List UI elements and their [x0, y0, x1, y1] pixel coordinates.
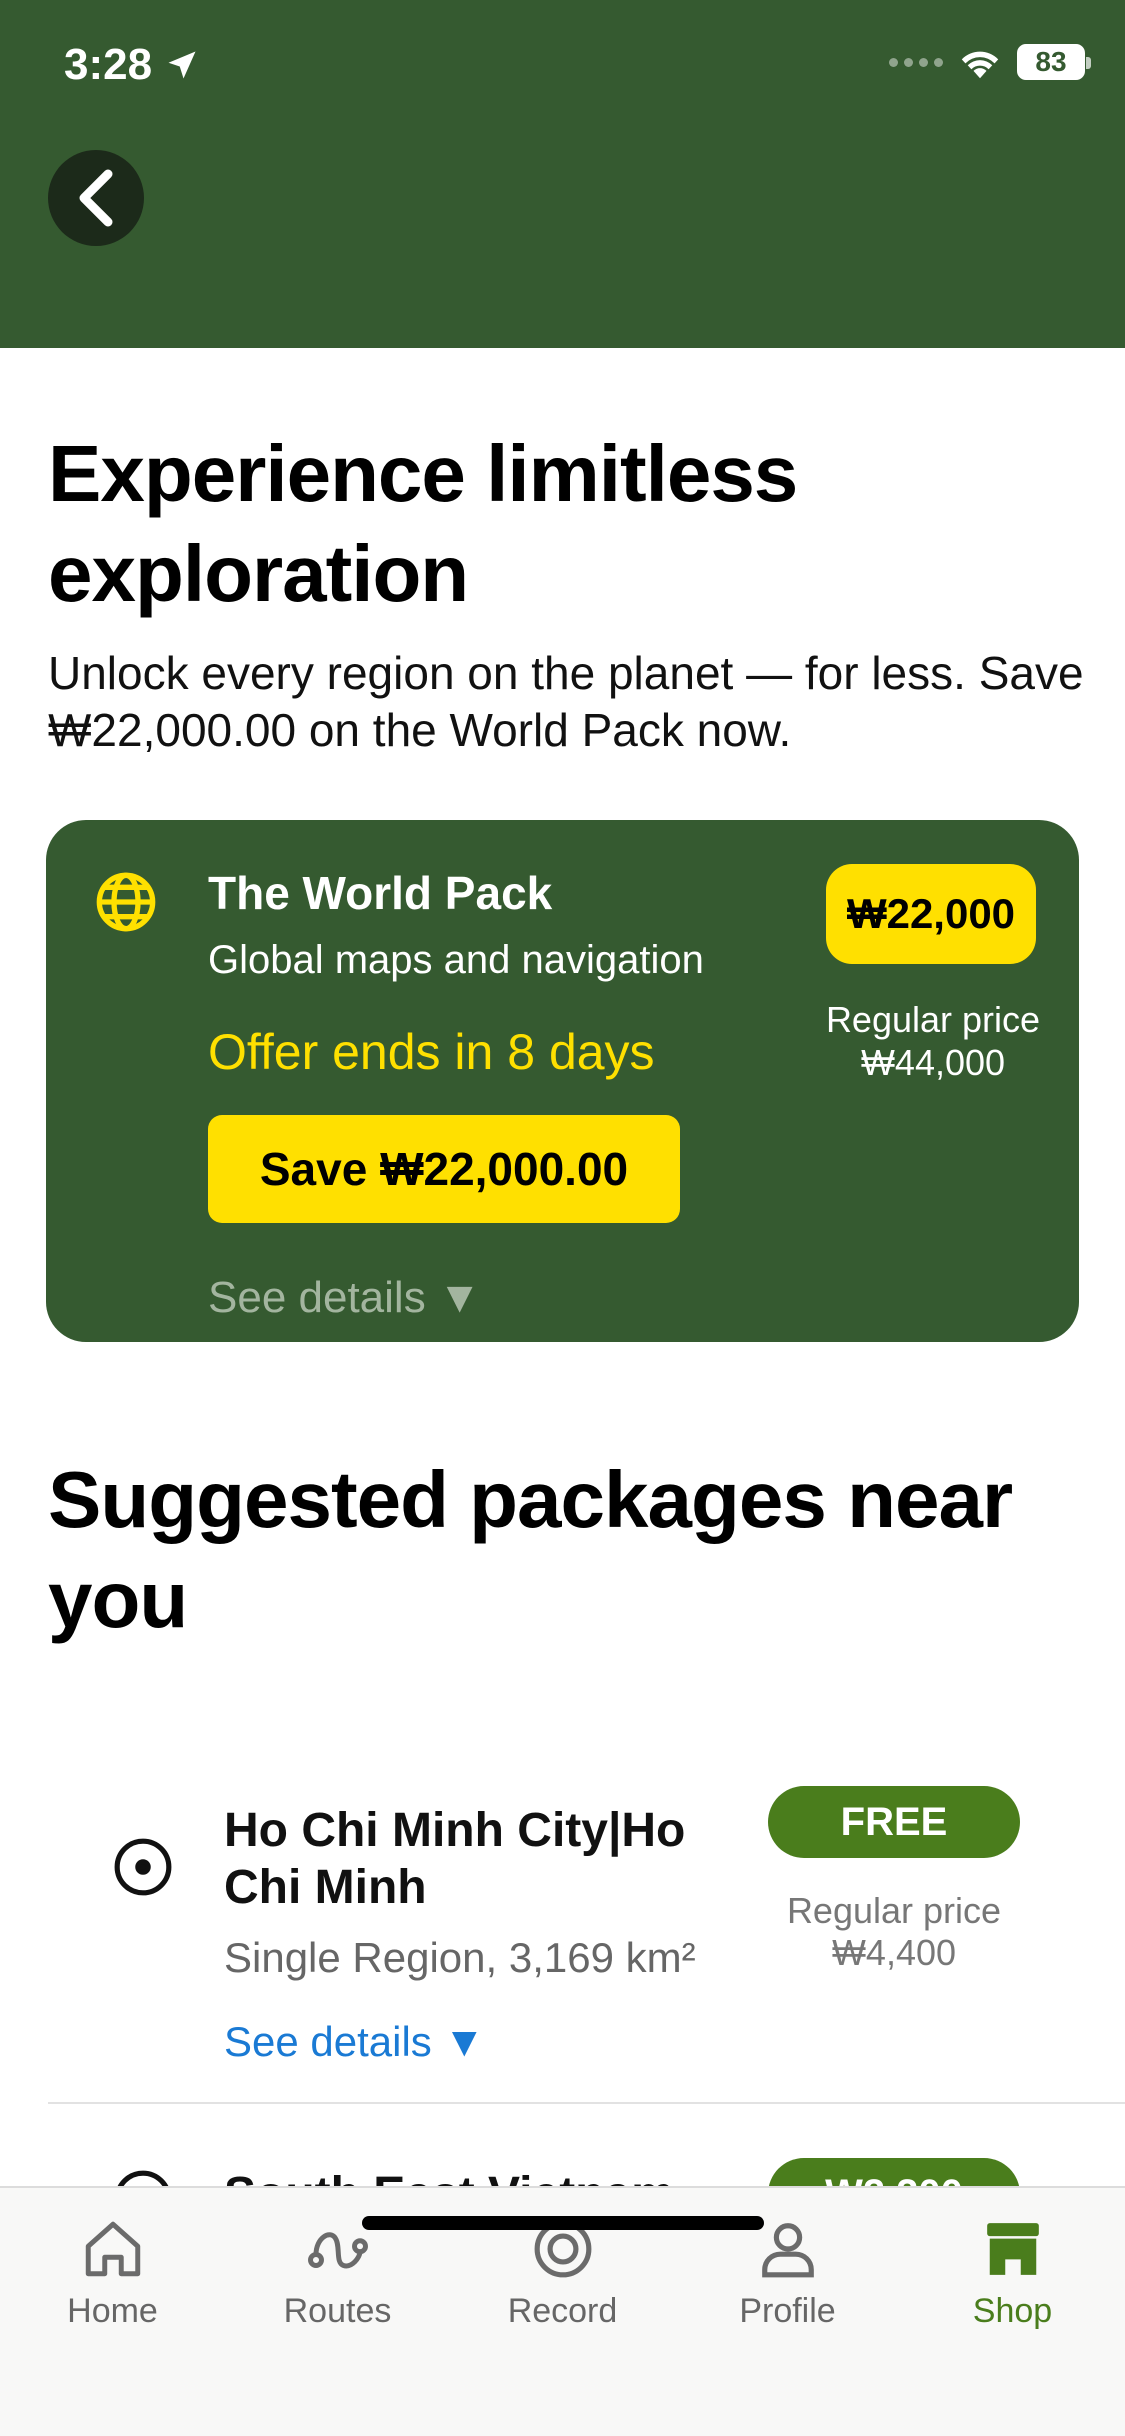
world-pack-card[interactable]: The World Pack Global maps and navigatio… — [46, 820, 1079, 1342]
page-title: Experience limitless exploration — [48, 429, 798, 618]
tab-label: Routes — [283, 2292, 392, 2330]
tab-label: Home — [67, 2292, 158, 2330]
offer-countdown: Offer ends in 8 days — [208, 1024, 655, 1080]
shop-icon — [986, 2223, 1039, 2275]
list-item[interactable]: Ho Chi Minh City|Ho Chi Minh Single Regi… — [0, 1786, 1125, 2086]
tab-label: Profile — [739, 2292, 836, 2330]
tab-routes[interactable]: Routes — [225, 2188, 450, 2338]
tab-home[interactable]: Home — [0, 2188, 225, 2338]
package-name: Ho Chi Minh City|Ho Chi Minh — [224, 1804, 686, 1914]
back-button[interactable] — [48, 150, 144, 246]
regular-price: Regular price ₩4,400 — [786, 1890, 1002, 1973]
home-icon — [85, 2221, 140, 2277]
see-details-link[interactable]: See details ▼ — [224, 2018, 485, 2066]
price-badge[interactable]: FREE — [768, 1786, 1020, 1858]
world-pack-subtitle: Global maps and navigation — [208, 938, 704, 982]
page: 3:28 83 Experience limitless exploration… — [0, 0, 1125, 2436]
page-subtitle: Unlock every region on the planet — for … — [48, 647, 1084, 756]
tab-label: Record — [507, 2292, 618, 2330]
status-time: 3:28 — [64, 40, 200, 90]
cellular-signal-icon — [889, 57, 943, 67]
location-arrow-icon — [168, 51, 196, 79]
see-details-link[interactable]: See details ▼ — [208, 1273, 481, 1323]
tab-label: Shop — [972, 2292, 1053, 2330]
package-meta: Single Region, 3,169 km² — [224, 1934, 696, 1981]
section-title: Suggested packages near you — [48, 1455, 1013, 1644]
world-pack-title: The World Pack — [208, 867, 553, 919]
status-indicators: 83 — [889, 44, 1091, 80]
wifi-icon — [961, 51, 999, 79]
tab-record[interactable]: Record — [450, 2188, 675, 2338]
tab-profile[interactable]: Profile — [675, 2188, 900, 2338]
world-pack-price-badge[interactable]: ₩22,000 — [826, 864, 1036, 964]
world-pack-regular-price: Regular price ₩44,000 — [825, 999, 1041, 1083]
battery-icon: 83 — [1017, 44, 1091, 80]
tab-shop[interactable]: Shop — [900, 2188, 1125, 2338]
divider — [48, 2102, 1125, 2104]
routes-icon — [307, 2232, 368, 2269]
home-indicator[interactable] — [362, 2216, 764, 2230]
profile-icon — [761, 2223, 814, 2278]
chevron-left-icon — [79, 169, 113, 227]
target-icon — [114, 1838, 172, 1896]
battery-level: 83 — [1035, 46, 1067, 77]
header: 3:28 83 — [0, 0, 1125, 348]
save-button[interactable]: Save ₩22,000.00 — [208, 1115, 680, 1223]
status-time-label: 3:28 — [64, 40, 153, 89]
globe-icon — [96, 872, 156, 932]
